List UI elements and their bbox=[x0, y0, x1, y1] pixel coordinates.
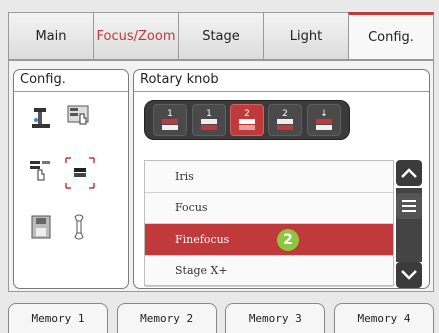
memory-bar: Memory 1 Memory 2 Memory 3 Memory 4 bbox=[8, 303, 434, 333]
tab-main[interactable]: Main bbox=[8, 12, 93, 60]
knob-icon: 1 bbox=[200, 109, 217, 130]
save-icon[interactable] bbox=[28, 214, 54, 240]
memory-1-button[interactable]: Memory 1 bbox=[8, 303, 108, 333]
memory-2-button[interactable]: Memory 2 bbox=[116, 303, 217, 333]
tab-focus-zoom[interactable]: Focus/Zoom bbox=[93, 12, 178, 60]
knob-number: 1 bbox=[206, 109, 212, 119]
app-frame: Main Focus/Zoom Stage Light Config. Conf… bbox=[0, 0, 439, 333]
tab-light[interactable]: Light bbox=[263, 12, 348, 60]
knob-1-button[interactable]: 1 bbox=[153, 104, 188, 136]
scroll-down-button[interactable] bbox=[396, 262, 422, 288]
divider bbox=[134, 91, 429, 92]
knob-select-icon bbox=[65, 157, 95, 189]
knob-icon: ↓ bbox=[315, 109, 332, 130]
tab-bar: Main Focus/Zoom Stage Light Config. bbox=[8, 12, 434, 60]
list-item[interactable]: Focus bbox=[145, 193, 393, 224]
list-item-label: Focus bbox=[175, 201, 208, 215]
knob-icon: 2 bbox=[238, 109, 255, 130]
knob-selector: 1 1 2 2 ↓ bbox=[144, 100, 350, 140]
scroll-up-button[interactable] bbox=[396, 160, 422, 186]
tab-stage[interactable]: Stage bbox=[178, 12, 263, 60]
knob-down-button[interactable]: ↓ bbox=[306, 104, 341, 136]
list-item-label: Stage X+ bbox=[175, 264, 228, 278]
knob-arrow: ↓ bbox=[320, 109, 328, 119]
config-panel-title: Config. bbox=[20, 72, 66, 87]
config-panel: Config. bbox=[13, 69, 129, 289]
scroll-thumb[interactable] bbox=[396, 193, 422, 219]
list-touch-icon[interactable] bbox=[28, 158, 54, 184]
memory-3-button[interactable]: Memory 3 bbox=[225, 303, 326, 333]
divider bbox=[14, 91, 128, 92]
rotary-panel-title: Rotary knob bbox=[140, 72, 219, 87]
chevron-up-icon bbox=[401, 168, 417, 178]
list-item[interactable]: Iris bbox=[145, 161, 393, 193]
touch-screen-icon[interactable] bbox=[66, 104, 92, 130]
list-item[interactable]: Stage X+ bbox=[145, 256, 393, 287]
knob-4-button[interactable]: 2 bbox=[268, 104, 303, 136]
list-item-label: Finefocus bbox=[175, 232, 230, 246]
tab-config[interactable]: Config. bbox=[348, 12, 434, 60]
callout-badge: 2 bbox=[277, 229, 299, 251]
list-item-selected[interactable]: Finefocus 2 bbox=[145, 224, 393, 256]
chevron-down-icon bbox=[401, 270, 417, 280]
selection-frame[interactable] bbox=[64, 156, 96, 190]
menu-icon bbox=[402, 200, 416, 212]
knob-number: 2 bbox=[244, 109, 250, 119]
knob-icon: 2 bbox=[277, 109, 294, 130]
knob-number: 1 bbox=[167, 109, 173, 119]
knob-number: 2 bbox=[282, 109, 288, 119]
knob-icon: 1 bbox=[162, 109, 179, 130]
knob-2-button[interactable]: 1 bbox=[191, 104, 226, 136]
content-area: Config. Rotary knob 1 1 2 2 ↓ Iris Focus… bbox=[8, 60, 434, 292]
wrench-icon[interactable] bbox=[66, 214, 92, 240]
assignment-list: Iris Focus Finefocus 2 Stage X+ bbox=[144, 160, 394, 287]
rotary-knob-panel: Rotary knob 1 1 2 2 ↓ Iris Focus Finefoc… bbox=[133, 69, 430, 289]
microscope-icon[interactable] bbox=[28, 104, 54, 130]
list-item-label: Iris bbox=[175, 169, 194, 183]
memory-4-button[interactable]: Memory 4 bbox=[333, 303, 434, 333]
knob-3-button[interactable]: 2 bbox=[229, 104, 264, 136]
